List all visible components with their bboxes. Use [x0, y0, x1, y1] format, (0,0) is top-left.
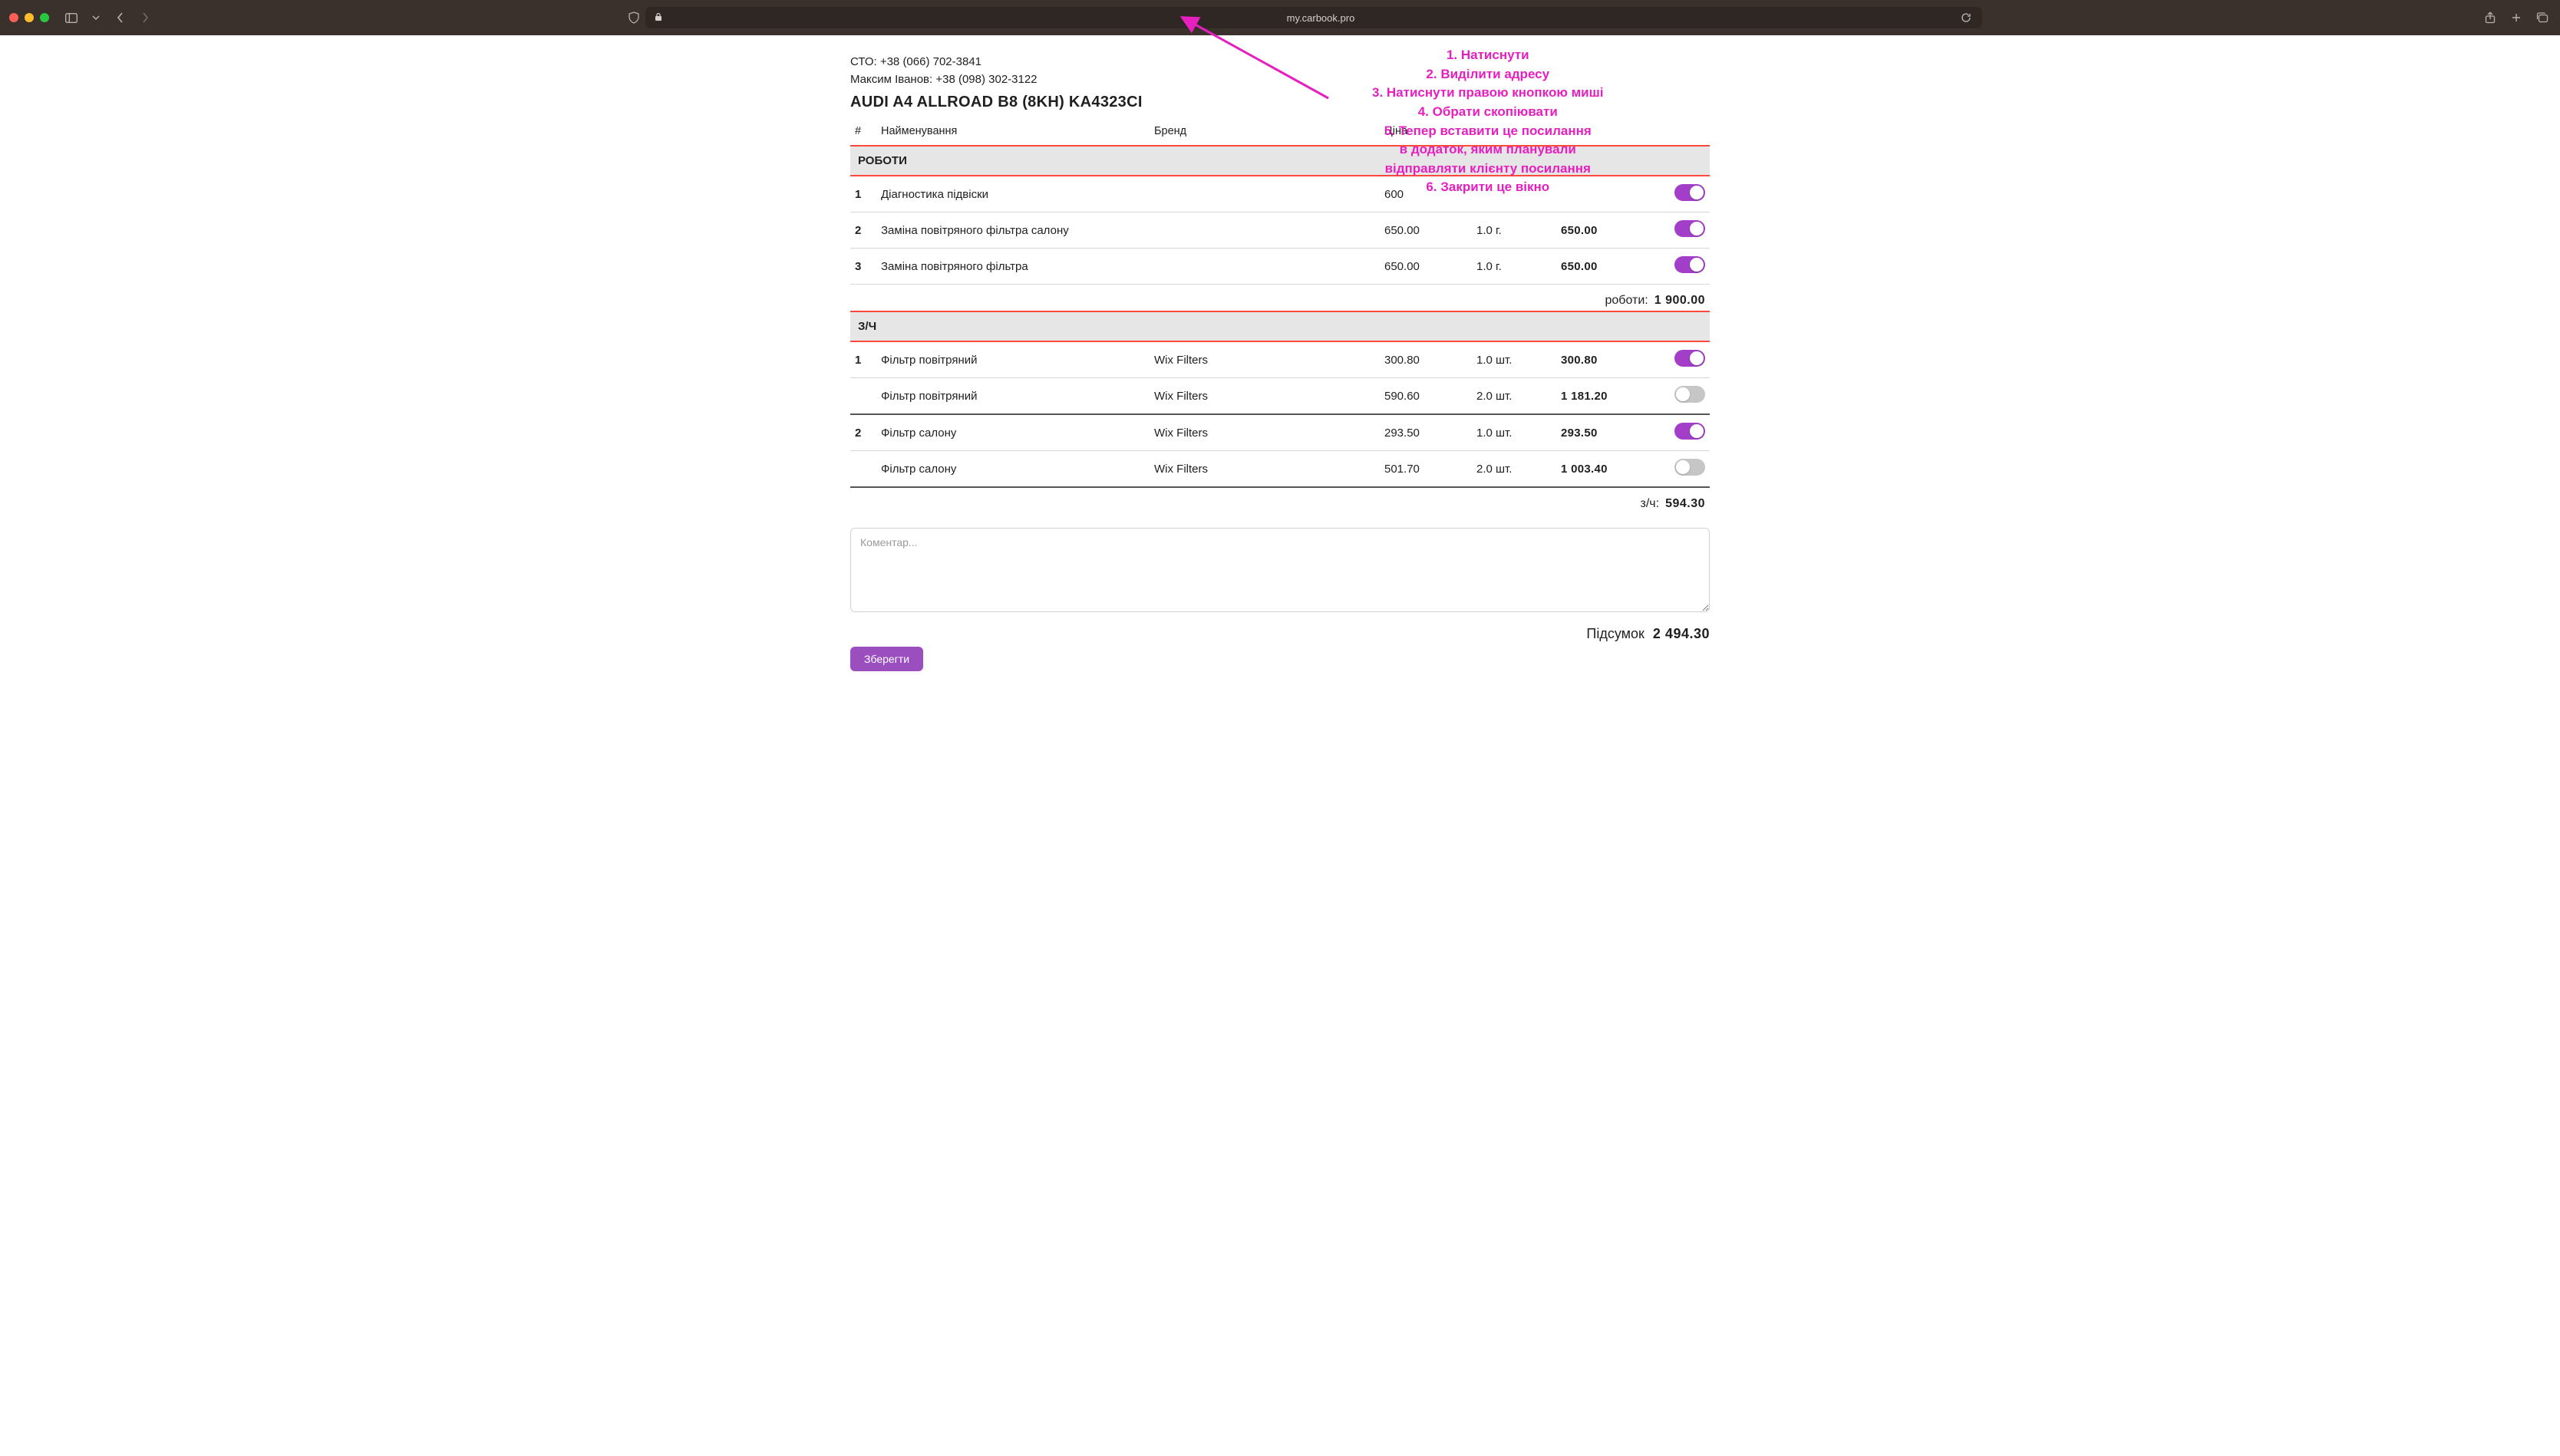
close-window-button[interactable] — [9, 13, 18, 22]
comment-input[interactable] — [850, 528, 1710, 612]
toggle[interactable] — [1674, 459, 1705, 476]
col-header-price: Ціна — [1380, 119, 1472, 146]
col-header-idx: # — [850, 119, 876, 146]
table-row: 3Заміна повітряного фільтра650.001.0 г.6… — [850, 249, 1710, 285]
quote-page: СТО: +38 (066) 702-3841 Максим Іванов: +… — [843, 55, 1717, 671]
back-button[interactable] — [112, 9, 129, 26]
table-row: 2Фільтр салонуWix Filters293.501.0 шт.29… — [850, 414, 1710, 451]
chevron-down-icon[interactable] — [87, 9, 104, 26]
toggle[interactable] — [1674, 184, 1705, 201]
grand-total: Підсумок 2 494.30 — [850, 626, 1710, 642]
toggle[interactable] — [1674, 386, 1705, 403]
toggle[interactable] — [1674, 423, 1705, 440]
minimize-window-button[interactable] — [25, 13, 34, 22]
table-row: Фільтр повітрянийWix Filters590.602.0 шт… — [850, 378, 1710, 415]
quote-table: # Найменування Бренд Ціна РОБОТИ1Діагнос… — [850, 119, 1710, 514]
vehicle-title: AUDI A4 ALLROAD B8 (8KH) KA4323CI — [850, 94, 1710, 111]
toggle[interactable] — [1674, 220, 1705, 237]
toggle[interactable] — [1674, 350, 1705, 367]
forward-button[interactable] — [137, 9, 153, 26]
save-button[interactable]: Зберегти — [850, 647, 923, 671]
toggle[interactable] — [1674, 256, 1705, 273]
grand-total-label: Підсумок — [1586, 626, 1645, 641]
address-bar[interactable]: my.carbook.pro — [645, 7, 1982, 28]
table-row: 1Діагностика підвіски600 — [850, 176, 1710, 212]
col-header-name: Найменування — [876, 119, 1150, 146]
contact-phone: Максим Іванов: +38 (098) 302-3122 — [850, 73, 1710, 86]
browser-toolbar: my.carbook.pro — [0, 0, 2560, 35]
maximize-window-button[interactable] — [40, 13, 49, 22]
col-header-sum — [1556, 119, 1656, 146]
section-subtotal: з/ч:594.30 — [850, 487, 1710, 514]
col-header-qty — [1472, 119, 1556, 146]
url-text: my.carbook.pro — [668, 12, 1973, 24]
sidebar-icon[interactable] — [63, 9, 80, 26]
privacy-shield-icon[interactable] — [625, 9, 642, 26]
section-header: РОБОТИ — [850, 146, 1710, 176]
section-header: З/Ч — [850, 311, 1710, 341]
col-header-brand: Бренд — [1150, 119, 1380, 146]
reload-icon[interactable] — [1958, 9, 1974, 26]
table-row: 1Фільтр повітрянийWix Filters300.801.0 ш… — [850, 341, 1710, 378]
sto-phone: СТО: +38 (066) 702-3841 — [850, 55, 1710, 68]
window-controls — [9, 13, 49, 22]
table-row: Фільтр салонуWix Filters501.702.0 шт.1 0… — [850, 451, 1710, 488]
share-icon[interactable] — [2482, 9, 2499, 26]
new-tab-icon[interactable] — [2508, 9, 2525, 26]
section-subtotal: роботи:1 900.00 — [850, 285, 1710, 312]
grand-total-value: 2 494.30 — [1653, 626, 1710, 641]
tabs-icon[interactable] — [2534, 9, 2551, 26]
col-header-toggle — [1656, 119, 1710, 146]
lock-icon — [655, 12, 662, 24]
table-row: 2Заміна повітряного фільтра салону650.00… — [850, 212, 1710, 249]
